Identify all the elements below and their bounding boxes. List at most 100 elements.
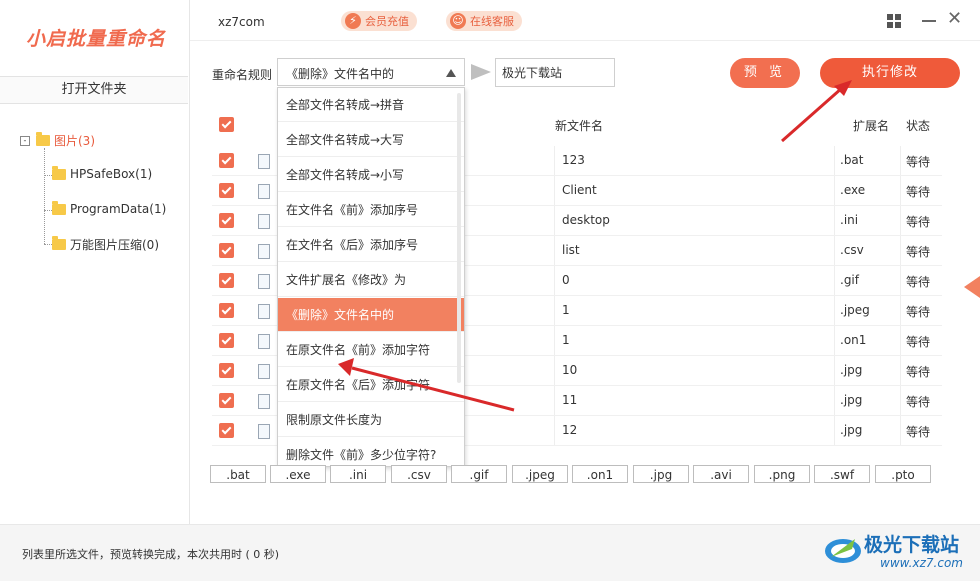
file-icon xyxy=(258,274,270,289)
cell-new-name: 0 xyxy=(562,273,570,287)
row-checkbox[interactable] xyxy=(219,333,234,348)
tree-root[interactable]: - 图片(3) xyxy=(20,132,95,149)
preview-button[interactable]: 预 览 xyxy=(730,58,800,88)
ext-filter-button[interactable]: .jpeg xyxy=(512,465,568,483)
ext-filter-button[interactable]: .csv xyxy=(391,465,447,483)
cell-new-name: 12 xyxy=(562,423,578,437)
row-checkbox[interactable] xyxy=(219,153,234,168)
row-checkbox[interactable] xyxy=(219,303,234,318)
tree-item[interactable]: 万能图片压缩(0) xyxy=(52,236,159,253)
header-new-name: 新文件名 xyxy=(555,119,604,133)
row-checkbox[interactable] xyxy=(219,363,234,378)
dropdown-option[interactable]: 限制原文件长度为 xyxy=(278,403,464,437)
cell-status: 等待 xyxy=(906,395,931,409)
vip-recharge-button[interactable]: ⚡ 会员充值 xyxy=(341,11,417,31)
row-checkbox[interactable] xyxy=(219,213,234,228)
collapse-panel-tab[interactable] xyxy=(964,276,980,298)
tree-item-label: ProgramData(1) xyxy=(70,202,167,216)
online-service-button[interactable]: ☺ 在线客服 xyxy=(446,11,522,31)
file-icon xyxy=(258,364,270,379)
cell-status: 等待 xyxy=(906,245,931,259)
dropdown-option[interactable]: 删除文件《前》多少位字符? xyxy=(278,438,464,466)
dropdown-option[interactable]: 在原文件名《前》添加字符 xyxy=(278,333,464,367)
ext-filter-button[interactable]: .pto xyxy=(875,465,931,483)
tree-guide-line xyxy=(44,148,45,244)
ext-filter-button[interactable]: .gif xyxy=(451,465,507,483)
rule-text-input[interactable] xyxy=(495,58,615,87)
close-icon[interactable]: ✕ xyxy=(947,10,962,28)
tree-root-label: 图片(3) xyxy=(54,134,95,148)
cell-new-name: 123 xyxy=(562,153,585,167)
cell-extension: .bat xyxy=(840,153,864,167)
tree-guide-line xyxy=(44,210,52,211)
rule-label: 重命名规则 xyxy=(212,68,273,82)
caret-up-icon xyxy=(446,69,456,77)
arrow-right-icon xyxy=(471,64,491,80)
tree-item[interactable]: ProgramData(1) xyxy=(52,200,167,216)
cell-new-name: 11 xyxy=(562,393,578,407)
grid-icon[interactable] xyxy=(887,14,901,28)
cell-status: 等待 xyxy=(906,335,931,349)
ext-filter-button[interactable]: .swf xyxy=(814,465,870,483)
row-checkbox[interactable] xyxy=(219,393,234,408)
dropdown-option[interactable]: 在文件名《前》添加序号 xyxy=(278,193,464,227)
dropdown-option[interactable]: 在文件名《后》添加序号 xyxy=(278,228,464,262)
row-checkbox[interactable] xyxy=(219,423,234,438)
file-icon xyxy=(258,334,270,349)
lightning-icon: ⚡ xyxy=(345,13,361,29)
cell-extension: .jpg xyxy=(840,423,863,437)
watermark-url: www.xz7.com xyxy=(880,556,963,570)
tree-item-label: 万能图片压缩(0) xyxy=(70,238,159,252)
vip-recharge-label: 会员充值 xyxy=(365,15,409,28)
watermark-logo: 极光下载站 www.xz7.com xyxy=(822,527,980,577)
cell-new-name: Client xyxy=(562,183,597,197)
folder-icon xyxy=(52,236,66,250)
status-text: 列表里所选文件，预览转换完成，本次共用时 ( 0 秒) xyxy=(22,548,280,561)
tree-toggle[interactable]: - xyxy=(20,135,30,146)
dropdown-option[interactable]: 文件扩展名《修改》为 xyxy=(278,263,464,297)
folder-icon xyxy=(52,165,66,180)
cell-new-name: 1 xyxy=(562,303,570,317)
cell-status: 等待 xyxy=(906,305,931,319)
watermark-logo-icon xyxy=(825,539,861,563)
file-icon xyxy=(258,154,270,169)
cell-new-name: desktop xyxy=(562,213,610,227)
row-checkbox[interactable] xyxy=(219,273,234,288)
dropdown-scrollbar[interactable] xyxy=(457,93,461,383)
select-all-checkbox[interactable] xyxy=(219,117,234,132)
rule-dropdown-list[interactable]: 全部文件名转成→拼音 全部文件名转成→大写 全部文件名转成→小写 在文件名《前》… xyxy=(277,87,465,467)
header-extension: 扩展名 xyxy=(853,119,890,133)
dropdown-option[interactable]: 全部文件名转成→小写 xyxy=(278,158,464,192)
open-folder-button[interactable]: 打开文件夹 xyxy=(0,76,188,104)
ext-filter-button[interactable]: .on1 xyxy=(572,465,628,483)
ext-filter-button[interactable]: .png xyxy=(754,465,810,483)
cell-status: 等待 xyxy=(906,185,931,199)
ext-filter-button[interactable]: .jpg xyxy=(633,465,689,483)
ext-filter-button[interactable]: .avi xyxy=(693,465,749,483)
account-name: xz7com xyxy=(218,15,265,29)
ext-filter-button[interactable]: .bat xyxy=(210,465,266,483)
dropdown-option-selected[interactable]: 《删除》文件名中的 xyxy=(278,298,464,332)
watermark-name: 极光下载站 xyxy=(864,534,960,556)
rule-select-value: 《删除》文件名中的 xyxy=(286,67,395,81)
folder-icon xyxy=(36,132,50,146)
row-checkbox[interactable] xyxy=(219,183,234,198)
app-logo: 小启批量重命名 xyxy=(26,28,167,50)
header-status: 状态 xyxy=(906,119,931,133)
divider xyxy=(190,40,980,41)
rule-select[interactable]: 《删除》文件名中的 xyxy=(277,58,465,86)
cell-new-name: list xyxy=(562,243,580,257)
tree-item[interactable]: HPSafeBox(1) xyxy=(52,165,152,181)
cell-new-name: 10 xyxy=(562,363,578,377)
annotation-arrow xyxy=(781,86,843,143)
dropdown-option[interactable]: 全部文件名转成→拼音 xyxy=(278,88,464,122)
ext-filter-button[interactable]: .ini xyxy=(330,465,386,483)
execute-button[interactable]: 执行修改 xyxy=(820,58,960,88)
dropdown-option[interactable]: 在原文件名《后》添加字符 xyxy=(278,368,464,402)
dropdown-option[interactable]: 全部文件名转成→大写 xyxy=(278,123,464,157)
ext-filter-button[interactable]: .exe xyxy=(270,465,326,483)
cell-extension: .gif xyxy=(840,273,859,287)
file-icon xyxy=(258,184,270,199)
minimize-icon[interactable] xyxy=(922,20,936,22)
row-checkbox[interactable] xyxy=(219,243,234,258)
